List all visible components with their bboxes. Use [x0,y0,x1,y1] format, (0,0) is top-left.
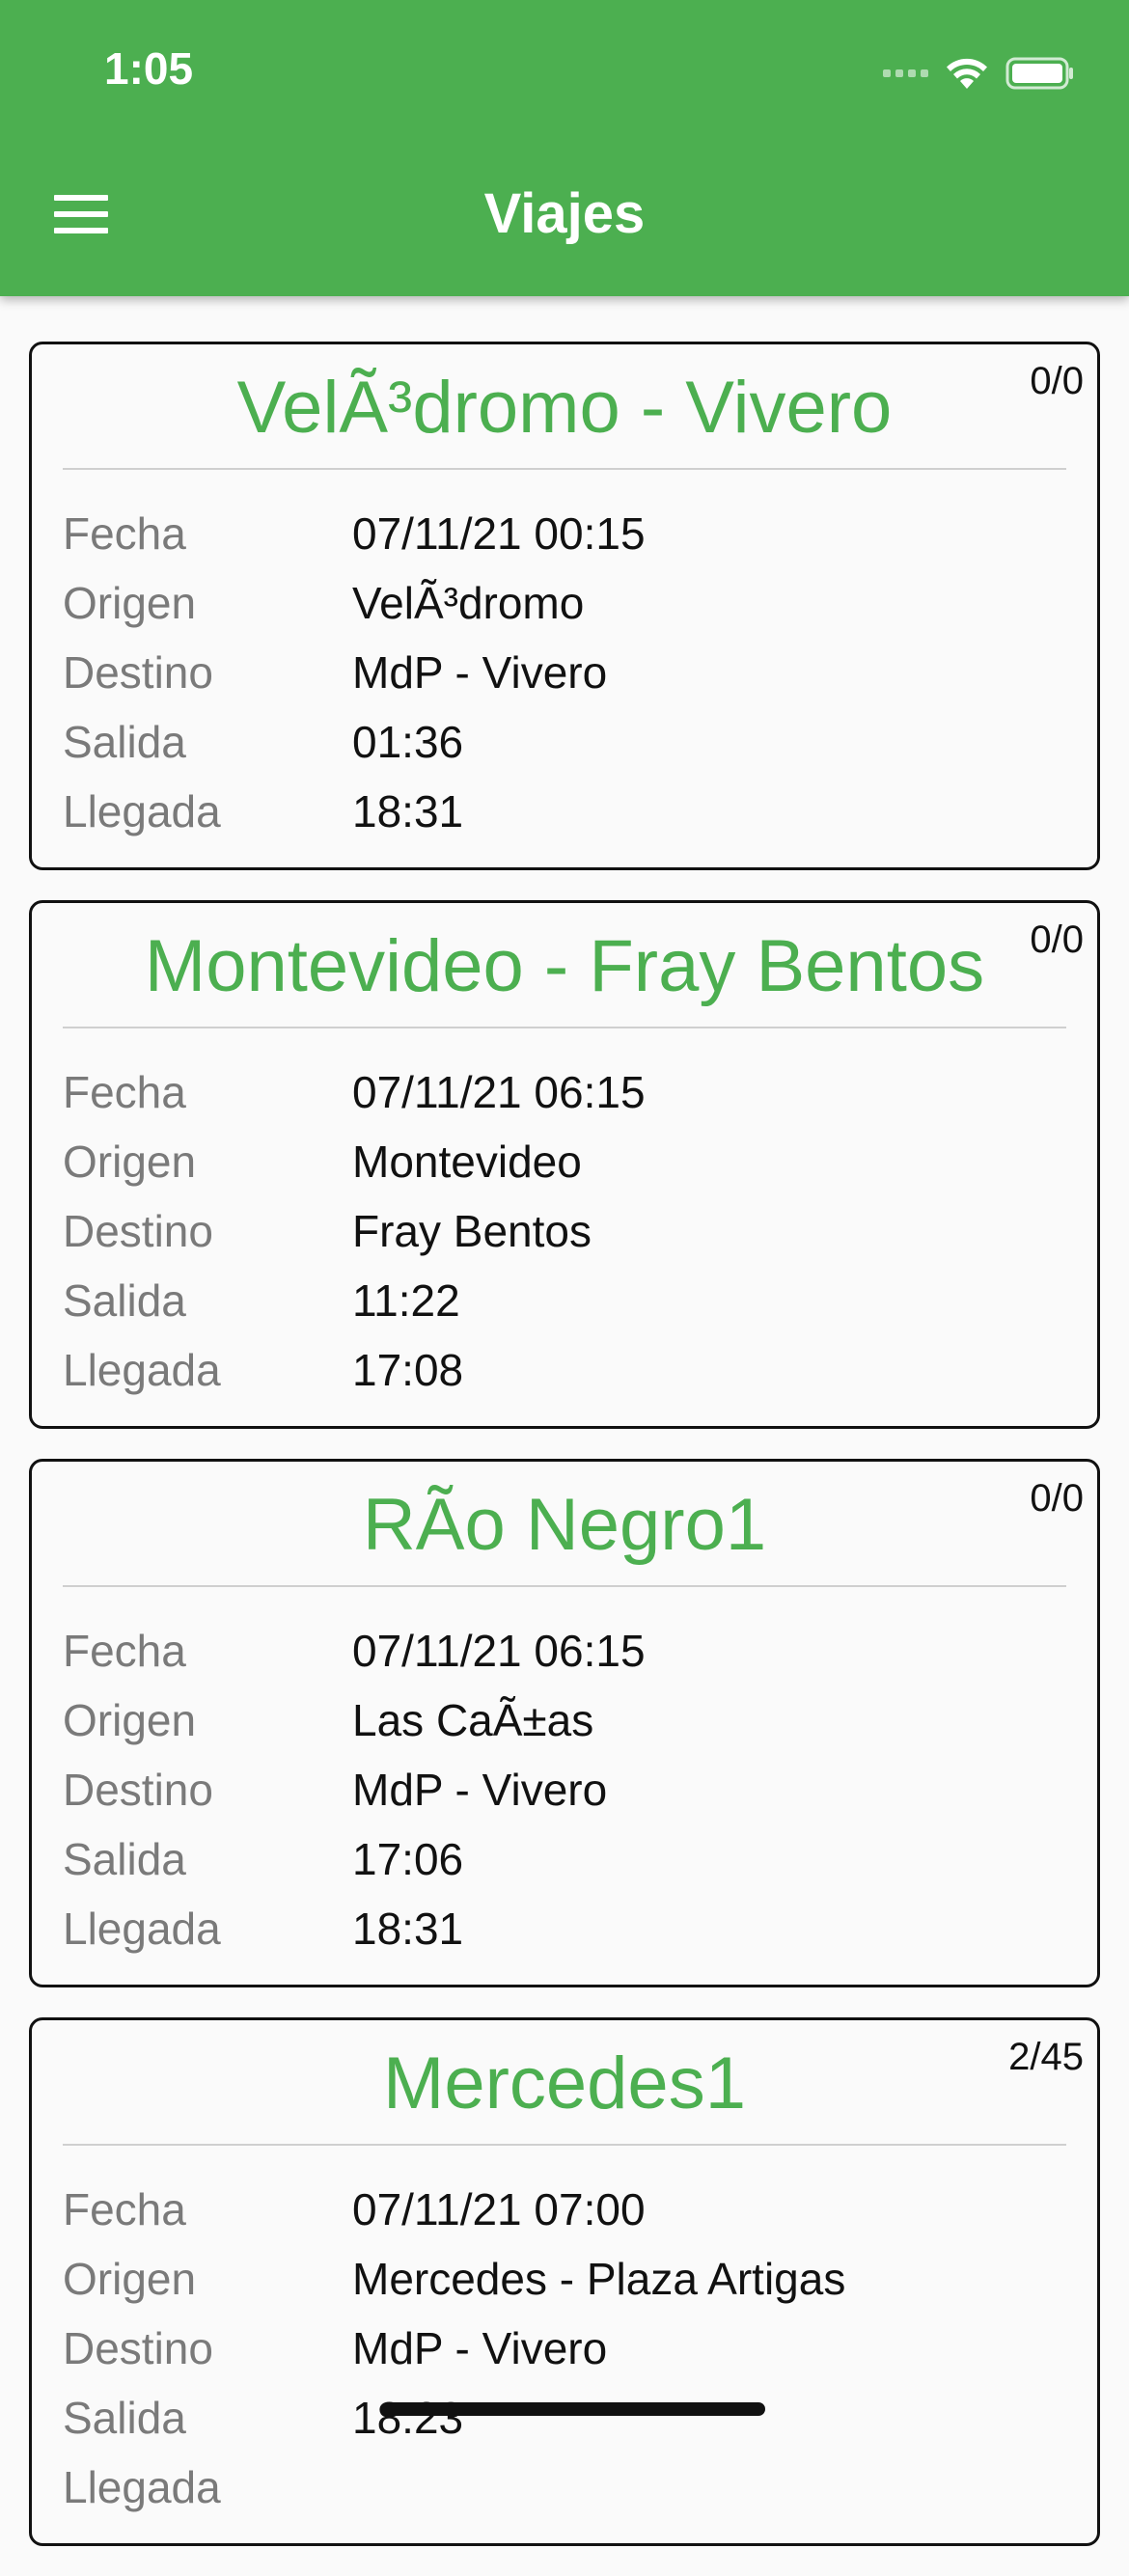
trip-title: Mercedes1 [383,2042,746,2124]
value-salida: 01:36 [352,717,464,767]
value-llegada: 18:31 [352,1904,464,1954]
label-llegada: Llegada [63,2462,221,2512]
trip-seat-count: 2/45 [1008,2036,1084,2078]
value-llegada: 17:08 [352,1345,464,1395]
home-indicator[interactable] [381,2402,765,2416]
row-origen: Origen Mercedes - Plaza Artigas [63,2244,1078,2314]
divider [63,468,1066,470]
row-fecha: Fecha 07/11/21 06:15 [63,1057,1078,1127]
trip-card[interactable]: VelÃ³dromo - Vivero 0/0 Fecha 07/11/21 00… [29,342,1100,870]
label-origen: Origen [63,2254,197,2304]
value-salida: 17:06 [352,1834,464,1884]
label-fecha: Fecha [63,1067,186,1117]
value-salida: 11:22 [352,1275,460,1326]
signal-icon [883,69,928,77]
row-destino: Destino MdP - Vivero [63,2314,1078,2383]
label-destino: Destino [63,1206,213,1256]
trip-list: VelÃ³dromo - Vivero 0/0 Fecha 07/11/21 00… [29,342,1100,2576]
row-fecha: Fecha 07/11/21 07:00 [63,2175,1078,2244]
row-destino: Destino MdP - Vivero [63,1755,1078,1824]
value-destino: MdP - Vivero [352,1765,608,1815]
value-origen: VelÃ³dromo [352,578,585,628]
trip-card[interactable]: Montevideo - Fray Bentos 0/0 Fecha 07/11/… [29,900,1100,1429]
row-fecha: Fecha 07/11/21 06:15 [63,1616,1078,1685]
trip-title: VelÃ³dromo - Vivero [236,367,893,449]
trip-seat-count: 0/0 [1030,1477,1084,1520]
label-llegada: Llegada [63,1345,221,1395]
row-salida: Salida 18:23 [63,2383,1078,2453]
app-header: 1:05 Viajes [0,0,1129,296]
label-fecha: Fecha [63,2184,186,2234]
row-destino: Destino MdP - Vivero [63,638,1078,707]
label-salida: Salida [63,2393,186,2443]
label-salida: Salida [63,717,186,767]
value-fecha: 07/11/21 00:15 [352,508,646,559]
value-llegada: 18:31 [352,786,464,836]
row-fecha: Fecha 07/11/21 00:15 [63,499,1078,568]
value-fecha: 07/11/21 07:00 [352,2184,646,2234]
row-llegada: Llegada 18:31 [63,1894,1078,1963]
label-salida: Salida [63,1275,186,1326]
label-destino: Destino [63,1765,213,1815]
value-origen: Las CaÃ±as [352,1695,594,1745]
trip-title: Montevideo - Fray Bentos [144,925,985,1007]
value-fecha: 07/11/21 06:15 [352,1626,646,1676]
value-origen: Montevideo [352,1137,582,1187]
row-origen: Origen Montevideo [63,1127,1078,1196]
value-salida: 18:23 [352,2393,464,2443]
wifi-icon [947,58,987,89]
row-llegada: Llegada 18:31 [63,777,1078,846]
row-salida: Salida 17:06 [63,1824,1078,1894]
label-destino: Destino [63,647,213,698]
divider [63,2144,1066,2146]
trip-card[interactable]: Mercedes1 2/45 Fecha 07/11/21 07:00 Orige… [29,2017,1100,2546]
trip-card[interactable]: RÃo Negro1 0/0 Fecha 07/11/21 06:15 Orige… [29,1459,1100,1987]
status-bar-time: 1:05 [104,43,194,94]
page-title: Viajes [483,182,646,245]
trip-seat-count: 0/0 [1030,918,1084,961]
label-origen: Origen [63,1137,197,1187]
row-llegada: Llegada 17:08 [63,1335,1078,1405]
battery-icon [1005,57,1073,90]
value-fecha: 07/11/21 06:15 [352,1067,646,1117]
row-origen: Origen Las CaÃ±as [63,1685,1078,1755]
label-origen: Origen [63,1695,197,1745]
value-destino: MdP - Vivero [352,2323,608,2373]
row-salida: Salida 11:22 [63,1266,1078,1335]
divider [63,1027,1066,1028]
label-fecha: Fecha [63,508,186,559]
divider [63,1585,1066,1587]
value-destino: MdP - Vivero [352,647,608,698]
row-origen: Origen VelÃ³dromo [63,568,1078,638]
value-destino: Fray Bentos [352,1206,592,1256]
status-bar-icons [883,48,1075,98]
label-destino: Destino [63,2323,213,2373]
row-salida: Salida 01:36 [63,707,1078,777]
label-fecha: Fecha [63,1626,186,1676]
value-origen: Mercedes - Plaza Artigas [352,2254,846,2304]
label-salida: Salida [63,1834,186,1884]
trip-title: RÃo Negro1 [362,1484,767,1566]
row-destino: Destino Fray Bentos [63,1196,1078,1266]
label-llegada: Llegada [63,786,221,836]
trip-seat-count: 0/0 [1030,360,1084,402]
label-llegada: Llegada [63,1904,221,1954]
label-origen: Origen [63,578,197,628]
row-llegada: Llegada [63,2453,1078,2522]
